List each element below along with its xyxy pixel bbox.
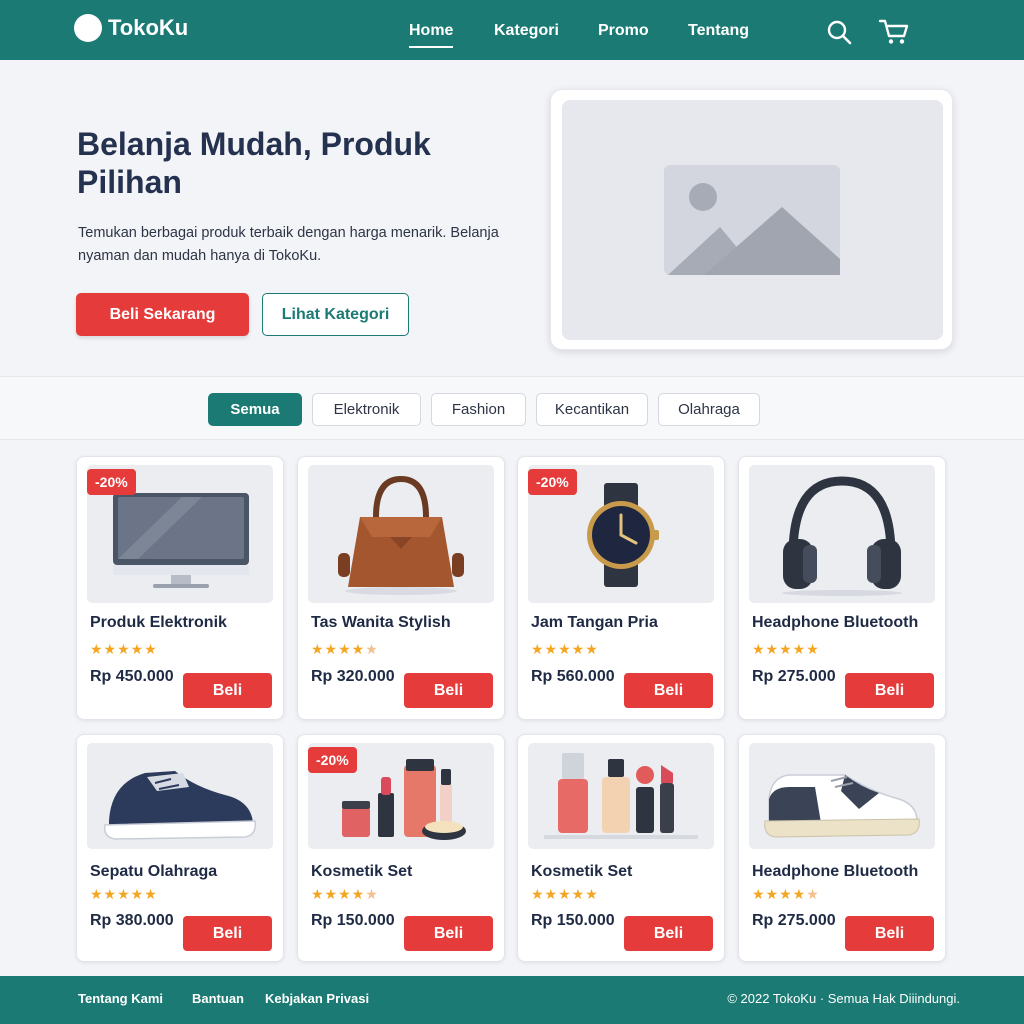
- logo-circle-icon: [74, 14, 102, 42]
- hero-description: Temukan berbagai produk terbaik dengan h…: [78, 225, 499, 264]
- product-price: Rp 275.000: [752, 912, 836, 929]
- buy-button[interactable]: Beli: [845, 673, 934, 708]
- filter-chip-fashion[interactable]: Fashion: [431, 393, 526, 426]
- cart-icon[interactable]: [878, 18, 910, 46]
- product-card[interactable]: -20% Jam Tangan Pria ★★★★★ Rp 560.000 Be…: [517, 456, 725, 720]
- discount-badge: -20%: [308, 747, 357, 773]
- product-name[interactable]: Headphone Bluetooth: [752, 863, 918, 881]
- buy-button[interactable]: Beli: [183, 916, 272, 951]
- product-name[interactable]: Kosmetik Set: [531, 863, 632, 881]
- discount-badge: -20%: [528, 469, 577, 495]
- navbar: TokoKu Home Kategori Promo Tentang: [0, 0, 1024, 60]
- brand-name: TokoKu: [108, 15, 189, 40]
- product-image: [749, 465, 935, 603]
- buy-button[interactable]: Beli: [845, 916, 934, 951]
- star-rating-icon: ★★★★★: [311, 641, 379, 657]
- product-card[interactable]: -20% Produk Elektronik ★★★★★ Rp 450.000 …: [76, 456, 284, 720]
- footer-link-about[interactable]: Tentang Kami: [78, 991, 163, 1006]
- buy-button[interactable]: Beli: [624, 916, 713, 951]
- image-placeholder-icon: [664, 165, 840, 275]
- cosmetic-bottles-icon: [544, 753, 698, 839]
- product-card[interactable]: Kosmetik Set ★★★★★ Rp 150.000 Beli: [517, 734, 725, 962]
- headphones-icon: [782, 476, 902, 596]
- product-price: Rp 560.000: [531, 668, 615, 685]
- star-rating-icon: ★★★★★: [531, 886, 599, 902]
- product-name[interactable]: Jam Tangan Pria: [531, 614, 658, 632]
- product-card[interactable]: Headphone Bluetooth ★★★★★ Rp 275.000 Bel…: [738, 456, 946, 720]
- star-rating-icon: ★★★★★: [752, 641, 820, 657]
- sneaker-icon: [764, 774, 920, 838]
- product-card[interactable]: Headphone Bluetooth ★★★★★ Rp 275.000 Bel…: [738, 734, 946, 962]
- product-price: Rp 150.000: [531, 912, 615, 929]
- product-price: Rp 150.000: [311, 912, 395, 929]
- product-card[interactable]: Sepatu Olahraga ★★★★★ Rp 380.000 Beli: [76, 734, 284, 962]
- footer-copyright: © 2022 TokoKu · Semua Hak Diiindungi.: [727, 991, 960, 1006]
- product-image: [749, 743, 935, 849]
- nav-home[interactable]: Home: [409, 22, 454, 48]
- buy-button[interactable]: Beli: [183, 673, 272, 708]
- filter-chip-kecantikan[interactable]: Kecantikan: [536, 393, 648, 426]
- star-rating-icon: ★★★★★: [311, 886, 379, 902]
- product-price: Rp 450.000: [90, 668, 174, 685]
- hero-image-placeholder: [562, 100, 943, 340]
- product-image: [87, 743, 273, 849]
- buy-now-button[interactable]: Beli Sekarang: [76, 293, 249, 336]
- discount-badge: -20%: [87, 469, 136, 495]
- product-card[interactable]: Tas Wanita Stylish ★★★★★ Rp 320.000 Beli: [297, 456, 505, 720]
- nav-promo[interactable]: Promo: [598, 22, 649, 40]
- sneaker-icon: [103, 771, 257, 840]
- product-name[interactable]: Sepatu Olahraga: [90, 863, 217, 881]
- product-image: [308, 465, 494, 603]
- star-rating-icon: ★★★★★: [90, 886, 158, 902]
- buy-button[interactable]: Beli: [624, 673, 713, 708]
- product-price: Rp 320.000: [311, 668, 395, 685]
- handbag-icon: [338, 475, 464, 595]
- star-rating-icon: ★★★★★: [752, 886, 820, 902]
- buy-button[interactable]: Beli: [404, 916, 493, 951]
- star-rating-icon: ★★★★★: [90, 641, 158, 657]
- filter-chip-semua[interactable]: Semua: [208, 393, 302, 426]
- footer: Tentang Kami Bantuan Kebjakan Privasi © …: [0, 976, 1024, 1024]
- product-price: Rp 275.000: [752, 668, 836, 685]
- product-name[interactable]: Kosmetik Set: [311, 863, 412, 881]
- product-image: [528, 743, 714, 849]
- product-name[interactable]: Headphone Bluetooth: [752, 614, 918, 632]
- buy-button[interactable]: Beli: [404, 673, 493, 708]
- product-name[interactable]: Tas Wanita Stylish: [311, 614, 451, 632]
- category-filter-bar: Semua Elektronik Fashion Kecantikan Olah…: [0, 376, 1024, 440]
- nav-tentang[interactable]: Tentang: [688, 22, 749, 40]
- hero-image-card: [550, 89, 953, 350]
- brand-logo[interactable]: TokoKu: [74, 14, 188, 42]
- star-rating-icon: ★★★★★: [531, 641, 599, 657]
- nav-kategori[interactable]: Kategori: [494, 22, 559, 40]
- footer-link-privacy[interactable]: Kebjakan Privasi: [265, 991, 369, 1006]
- product-card[interactable]: -20% Kosmetik Set ★★★★★ Rp 150.000 Beli: [297, 734, 505, 962]
- search-icon[interactable]: [825, 18, 853, 46]
- footer-link-help[interactable]: Bantuan: [192, 991, 244, 1006]
- view-categories-button[interactable]: Lihat Kategori: [262, 293, 409, 336]
- product-name[interactable]: Produk Elektronik: [90, 614, 227, 632]
- filter-chip-olahraga[interactable]: Olahraga: [658, 393, 760, 426]
- hero-title: Belanja Mudah, Produk Pilihan: [77, 126, 431, 200]
- product-price: Rp 380.000: [90, 912, 174, 929]
- filter-chip-elektronik[interactable]: Elektronik: [312, 393, 421, 426]
